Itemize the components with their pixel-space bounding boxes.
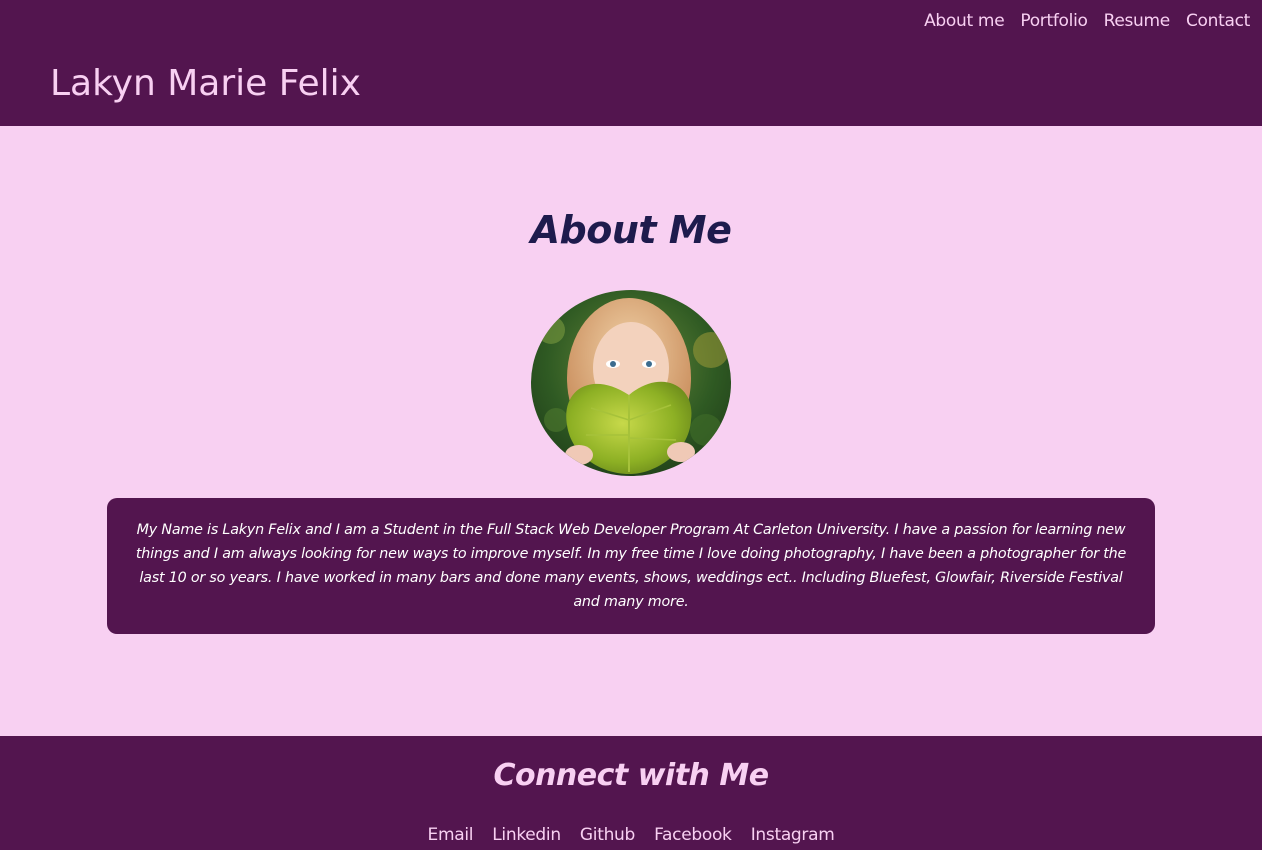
main-nav: About me Portfolio Resume Contact <box>908 9 1250 33</box>
footer-link-github[interactable]: Github <box>580 825 635 845</box>
footer-link-linkedin[interactable]: Linkedin <box>492 825 561 845</box>
site-title: Lakyn Marie Felix <box>50 63 361 104</box>
footer-link-email[interactable]: Email <box>428 825 474 845</box>
footer-links: Email Linkedin Github Facebook Instagram <box>0 823 1262 847</box>
about-heading: About Me <box>530 208 732 252</box>
portrait-photo <box>531 290 731 476</box>
footer-heading: Connect with Me <box>493 758 769 793</box>
bio-text: My Name is Lakyn Felix and I am a Studen… <box>135 522 1127 610</box>
site-footer: Connect with Me Email Linkedin Github Fa… <box>0 736 1262 850</box>
about-section: About Me My Name is Lakyn Felix and I am… <box>0 126 1262 736</box>
footer-link-facebook[interactable]: Facebook <box>654 825 732 845</box>
footer-link-instagram[interactable]: Instagram <box>751 825 835 845</box>
site-header: About me Portfolio Resume Contact Lakyn … <box>0 0 1262 126</box>
nav-link-resume[interactable]: Resume <box>1104 9 1171 33</box>
nav-link-contact[interactable]: Contact <box>1186 9 1250 33</box>
bio-card: My Name is Lakyn Felix and I am a Studen… <box>107 498 1155 634</box>
nav-link-portfolio[interactable]: Portfolio <box>1020 9 1088 33</box>
nav-link-about[interactable]: About me <box>924 9 1005 33</box>
